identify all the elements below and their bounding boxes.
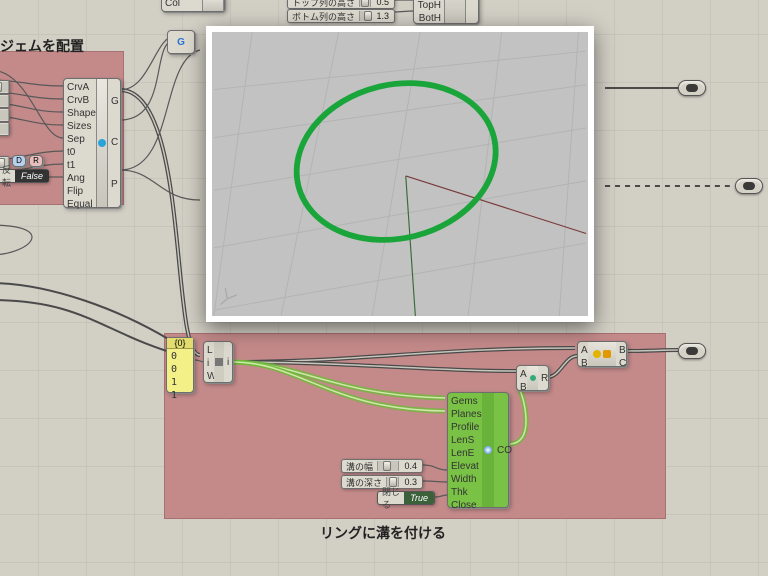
cluster-icon: G (177, 37, 185, 48)
comp-list-item[interactable]: L i W i (203, 341, 233, 383)
flip-toggle-value: False (15, 170, 49, 182)
flip-toggle[interactable]: 反転 False (0, 169, 49, 183)
param-col: Col (165, 0, 199, 10)
flip-toggle-label: 反転 (0, 163, 15, 189)
slider-width-value: 0.4 (399, 461, 422, 471)
comp-gemrail[interactable]: CrvA CrvB Shape Sizes Sep t0 t1 Ang Flip… (63, 78, 121, 208)
close-toggle-value: True (404, 492, 434, 504)
axis-x (406, 176, 586, 234)
icon-strip (444, 0, 466, 23)
relay-out-1[interactable] (678, 80, 706, 96)
comp-channel[interactable]: Gems Planes Profile LenS LenE Elevat Wid… (447, 392, 509, 508)
close-toggle-label: 閉じる (378, 485, 404, 511)
comp-top-left-partial[interactable]: Col (161, 0, 225, 12)
slider-top-b-value: 1.3 (371, 11, 394, 21)
slider-in-4[interactable] (0, 122, 10, 136)
icon-strip (202, 0, 224, 11)
brep-icon (588, 342, 616, 366)
comp-top-right-partial[interactable]: TopS BotS TopH BotH (413, 0, 479, 24)
group-gems-title: ジェムを配置 (0, 36, 84, 56)
channel-icon (482, 393, 494, 507)
relay-out-3[interactable] (678, 343, 706, 359)
slider-top-a-value: 0.5 (371, 0, 394, 7)
cluster-button[interactable]: G (167, 30, 195, 54)
slider-top-a-label: トップ列の高さ (288, 0, 359, 9)
panel-indices[interactable]: {0} 0 0 1 1 (166, 337, 194, 393)
gem-icon (96, 79, 108, 207)
slider-top-a[interactable]: トップ列の高さ 0.5 (287, 0, 395, 9)
list-item-icon (214, 342, 224, 382)
group-channel-title: リングに溝を付ける (320, 523, 446, 543)
chip-d[interactable]: D (12, 155, 26, 167)
slider-width-label: 溝の幅 (342, 460, 377, 473)
comp-replace[interactable]: A B R (516, 365, 549, 391)
close-toggle[interactable]: 閉じる True (377, 491, 435, 505)
slider-in-1[interactable] (0, 80, 10, 94)
slider-in-2[interactable] (0, 94, 10, 108)
slider-top-b-label: ボトム列の高さ (288, 10, 359, 23)
viewport-preview (206, 26, 594, 322)
axis-y (406, 176, 416, 316)
slider-width[interactable]: 溝の幅 0.4 (341, 459, 423, 473)
slider-in-3[interactable] (0, 108, 10, 122)
chip-r[interactable]: R (29, 155, 43, 167)
relay-out-2[interactable] (735, 178, 763, 194)
slider-top-b[interactable]: ボトム列の高さ 1.3 (287, 9, 395, 23)
replace-icon (527, 366, 538, 390)
preview-ring-curve (280, 63, 513, 261)
panel-header: {0} (167, 338, 193, 349)
comp-brep-join[interactable]: A B B C (577, 341, 627, 367)
view-gizmo-icon (221, 288, 237, 304)
